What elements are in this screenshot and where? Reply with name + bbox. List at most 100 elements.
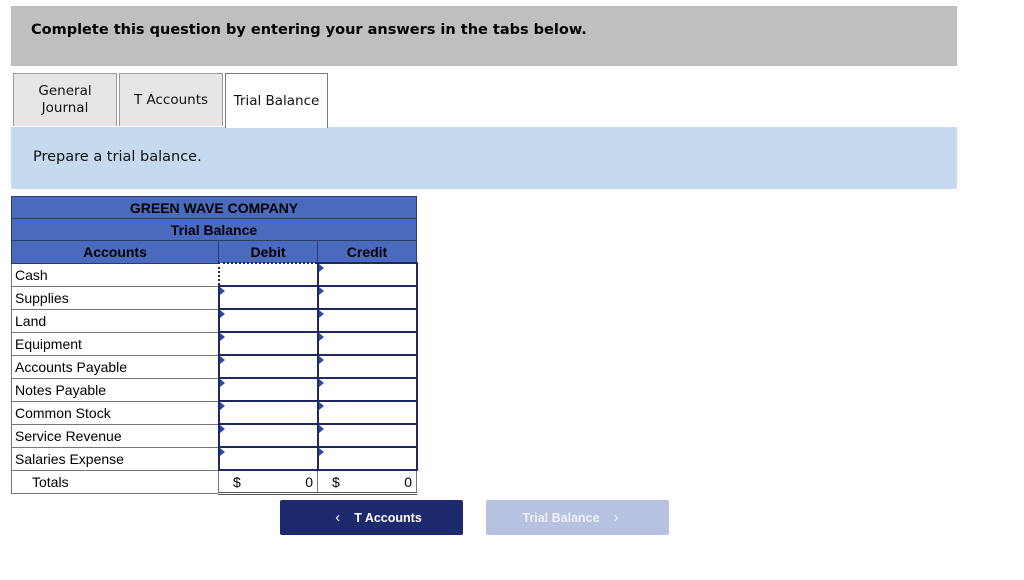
credit-input[interactable]: [318, 449, 416, 468]
credit-input[interactable]: [318, 334, 416, 353]
credit-input[interactable]: [318, 357, 416, 376]
banner-text: Complete this question by entering your …: [31, 22, 587, 38]
debit-cell: [217, 446, 319, 471]
cell-marker-icon: [219, 356, 225, 364]
account-name: Notes Payable: [11, 377, 219, 402]
credit-input[interactable]: [318, 403, 416, 422]
instruction-text: Prepare a trial balance.: [33, 149, 202, 165]
cell-marker-icon: [318, 448, 324, 456]
table-row: Service Revenue: [11, 423, 418, 448]
debit-input[interactable]: [219, 265, 317, 284]
debit-cell: [217, 423, 319, 448]
credit-cell: [316, 377, 418, 402]
credit-input[interactable]: [318, 380, 416, 399]
next-button-label: Trial Balance: [522, 510, 600, 525]
credit-total-value: 0: [404, 474, 412, 490]
account-name: Land: [11, 308, 219, 333]
cell-marker-icon: [318, 310, 324, 318]
debit-input[interactable]: [219, 449, 317, 468]
cell-marker-icon: [219, 379, 225, 387]
tab-label: T Accounts: [133, 91, 209, 108]
table-row: Salaries Expense: [11, 446, 418, 471]
credit-cell: [316, 354, 418, 379]
credit-cell: [316, 446, 418, 471]
account-name: Salaries Expense: [11, 446, 219, 471]
debit-total-value: 0: [305, 474, 313, 490]
table-row: Land: [11, 308, 418, 333]
cell-marker-icon: [318, 379, 324, 387]
table-row: Supplies: [11, 285, 418, 310]
cell-marker-icon: [318, 356, 324, 364]
account-name: Supplies: [11, 285, 219, 310]
chevron-left-icon: ‹: [335, 509, 341, 526]
cell-marker-icon: [318, 402, 324, 410]
cell-marker-icon: [318, 264, 324, 272]
prev-t-accounts-button[interactable]: ‹ T Accounts: [280, 500, 463, 535]
debit-input[interactable]: [219, 357, 317, 376]
credit-cell: [316, 331, 418, 356]
credit-input[interactable]: [318, 288, 416, 307]
debit-total: $0: [218, 469, 318, 495]
tab-t-accounts[interactable]: T Accounts: [119, 73, 223, 126]
table-row: Notes Payable: [11, 377, 418, 402]
account-name: Accounts Payable: [11, 354, 219, 379]
credit-cell: [316, 285, 418, 310]
debit-cell: [217, 285, 319, 310]
instruction-panel: Prepare a trial balance.: [11, 127, 957, 189]
trial-balance-table: GREEN WAVE COMPANY Trial Balance Account…: [11, 196, 418, 495]
prev-button-label: T Accounts: [354, 510, 422, 525]
table-row: Equipment: [11, 331, 418, 356]
account-name: Cash: [11, 262, 219, 287]
debit-cell: [217, 354, 319, 379]
credit-cell: [316, 308, 418, 333]
credit-input[interactable]: [318, 426, 416, 445]
next-trial-balance-button[interactable]: Trial Balance ›: [486, 500, 669, 535]
cell-marker-icon: [318, 333, 324, 341]
totals-label: Totals: [11, 469, 219, 494]
credit-header: Credit: [317, 240, 417, 264]
account-name: Equipment: [11, 331, 219, 356]
tab-bar: General Journal T Accounts Trial Balance: [11, 73, 957, 128]
debit-input[interactable]: [219, 380, 317, 399]
chevron-right-icon: ›: [613, 509, 619, 526]
debit-input[interactable]: [219, 334, 317, 353]
debit-input[interactable]: [219, 311, 317, 330]
account-name: Common Stock: [11, 400, 219, 425]
cell-marker-icon: [219, 402, 225, 410]
cell-marker-icon: [318, 425, 324, 433]
debit-cell: [217, 377, 319, 402]
instructions-banner: Complete this question by entering your …: [11, 6, 957, 66]
tab-label: Journal: [41, 100, 89, 116]
credit-total: $0: [317, 469, 417, 495]
table-row: Common Stock: [11, 400, 418, 425]
cell-marker-icon: [318, 287, 324, 295]
cell-marker-icon: [219, 448, 225, 456]
debit-input[interactable]: [219, 288, 317, 307]
debit-cell: [217, 308, 319, 333]
debit-header: Debit: [218, 240, 318, 264]
debit-input[interactable]: [219, 403, 317, 422]
cell-marker-icon: [219, 310, 225, 318]
credit-input[interactable]: [318, 265, 416, 284]
credit-cell: [316, 423, 418, 448]
account-name: Service Revenue: [11, 423, 219, 448]
currency-symbol: $: [332, 474, 340, 490]
cell-marker-icon: [219, 333, 225, 341]
tab-trial-balance[interactable]: Trial Balance: [225, 73, 328, 128]
accounts-header: Accounts: [11, 240, 219, 264]
tab-label: General: [38, 83, 92, 99]
credit-cell: [316, 400, 418, 425]
credit-cell: [316, 262, 418, 287]
cell-marker-icon: [219, 425, 225, 433]
table-row: Cash: [11, 262, 418, 287]
tab-label: Trial Balance: [233, 92, 320, 109]
tab-general-journal[interactable]: General Journal: [13, 73, 117, 126]
statement-title: Trial Balance: [11, 218, 417, 241]
cell-marker-icon: [219, 287, 225, 295]
debit-cell: [217, 331, 319, 356]
table-row: Accounts Payable: [11, 354, 418, 379]
company-name: GREEN WAVE COMPANY: [11, 196, 417, 219]
credit-input[interactable]: [318, 311, 416, 330]
debit-input[interactable]: [219, 426, 317, 445]
currency-symbol: $: [233, 474, 241, 490]
